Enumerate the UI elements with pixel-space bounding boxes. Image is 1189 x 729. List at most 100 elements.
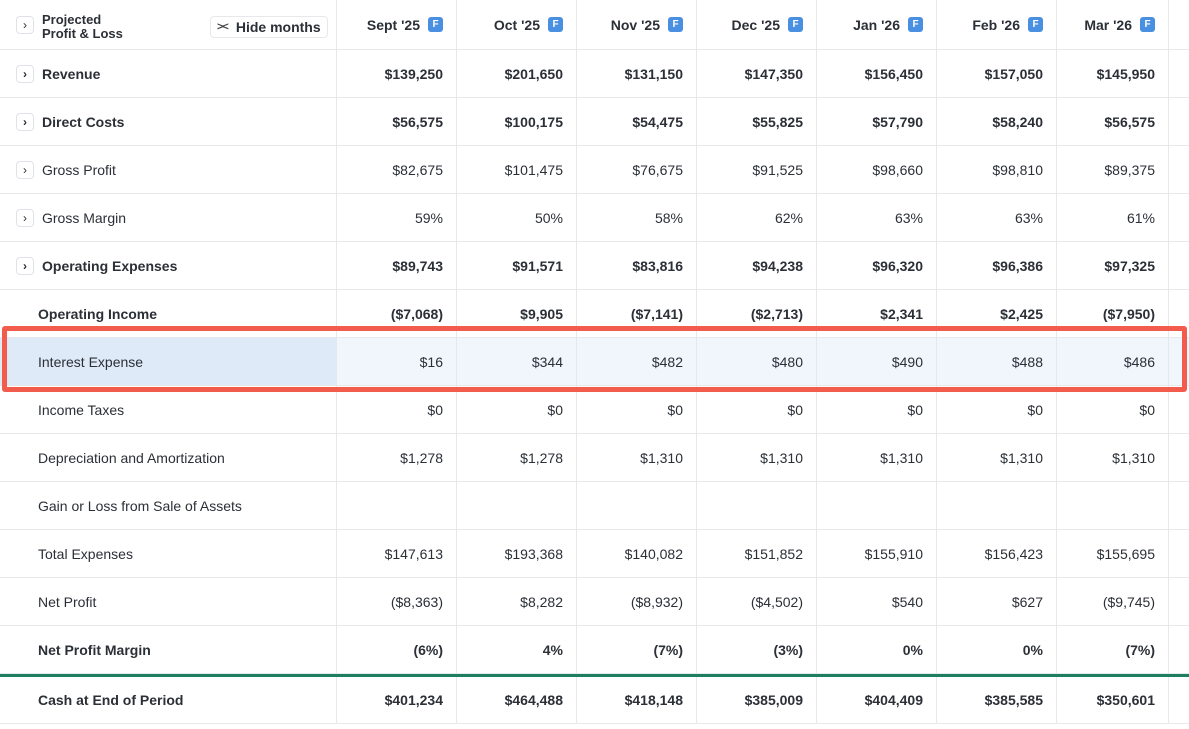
value-cell[interactable]: $201,650 [457,50,577,97]
value-cell[interactable]: $98,810 [937,146,1057,193]
value-cell[interactable] [1057,482,1169,529]
month-header[interactable]: Sept '25 F [337,0,457,49]
row-label-cell[interactable]: Income Taxes [0,386,337,433]
value-cell[interactable]: $404,409 [817,677,937,723]
value-cell[interactable]: $0 [817,386,937,433]
value-cell[interactable]: $147,350 [697,50,817,97]
value-cell[interactable]: $480 [697,338,817,385]
value-cell[interactable]: $418,148 [577,677,697,723]
value-cell[interactable]: $155,910 [817,530,937,577]
hide-months-button[interactable]: >< Hide months [210,16,328,38]
month-header[interactable]: Mar '26 F [1057,0,1169,49]
row-label-cell[interactable]: › Direct Costs [0,98,337,145]
value-cell[interactable]: $0 [577,386,697,433]
table-row[interactable]: Income Taxes $0 $0 $0 $0 $0 $0 $0 [0,386,1189,434]
table-row[interactable]: › Direct Costs $56,575 $100,175 $54,475 $55,8… [0,98,1189,146]
value-cell[interactable]: ($2,713) [697,290,817,337]
value-cell[interactable]: $0 [1057,386,1169,433]
value-cell[interactable]: $83,816 [577,242,697,289]
value-cell[interactable]: $157,050 [937,50,1057,97]
value-cell[interactable] [817,482,937,529]
value-cell[interactable]: $9,905 [457,290,577,337]
value-cell[interactable]: $2,341 [817,290,937,337]
value-cell[interactable]: $1,310 [697,434,817,481]
month-header[interactable]: Dec '25 F [697,0,817,49]
value-cell[interactable]: $486 [1057,338,1169,385]
value-cell[interactable]: $100,175 [457,98,577,145]
value-cell[interactable]: $89,743 [337,242,457,289]
value-cell[interactable]: $16 [337,338,457,385]
row-label-cell[interactable]: Operating Income [0,290,337,337]
value-cell[interactable]: 4% [457,626,577,673]
table-row[interactable]: Operating Income ($7,068) $9,905 ($7,141) ($… [0,290,1189,338]
value-cell[interactable]: 63% [937,194,1057,241]
value-cell[interactable] [457,482,577,529]
value-cell[interactable]: $350,601 [1057,677,1169,723]
value-cell[interactable]: $1,278 [337,434,457,481]
value-cell[interactable]: $91,525 [697,146,817,193]
expand-chevron-icon[interactable]: › [16,64,34,83]
value-cell[interactable]: (7%) [577,626,697,673]
value-cell[interactable]: $96,320 [817,242,937,289]
value-cell[interactable]: $1,310 [1057,434,1169,481]
value-cell[interactable]: $98,660 [817,146,937,193]
value-cell[interactable]: $147,613 [337,530,457,577]
value-cell[interactable]: $145,950 [1057,50,1169,97]
value-cell[interactable]: $56,575 [337,98,457,145]
value-cell[interactable]: $1,310 [937,434,1057,481]
value-cell[interactable] [337,482,457,529]
value-cell[interactable]: $540 [817,578,937,625]
value-cell[interactable]: $0 [337,386,457,433]
table-row[interactable]: Depreciation and Amortization $1,278 $1,27… [0,434,1189,482]
value-cell[interactable]: $54,475 [577,98,697,145]
value-cell[interactable]: $490 [817,338,937,385]
value-cell[interactable]: $151,852 [697,530,817,577]
value-cell[interactable]: $488 [937,338,1057,385]
month-header[interactable]: Feb '26 F [937,0,1057,49]
table-row[interactable]: Total Expenses $147,613 $193,368 $140,082 $1… [0,530,1189,578]
value-cell[interactable]: $155,695 [1057,530,1169,577]
expand-all-chevron-icon[interactable]: › [16,15,34,34]
value-cell[interactable] [577,482,697,529]
value-cell[interactable]: ($9,745) [1057,578,1169,625]
table-row[interactable]: › Revenue $139,250 $201,650 $131,150 $147,350… [0,50,1189,98]
value-cell[interactable]: $101,475 [457,146,577,193]
row-label-cell[interactable]: Net Profit [0,578,337,625]
value-cell[interactable]: $58,240 [937,98,1057,145]
value-cell[interactable]: $344 [457,338,577,385]
value-cell[interactable]: $82,675 [337,146,457,193]
value-cell[interactable]: 58% [577,194,697,241]
value-cell[interactable]: $140,082 [577,530,697,577]
value-cell[interactable]: $76,675 [577,146,697,193]
value-cell[interactable]: $139,250 [337,50,457,97]
table-row[interactable]: Cash at End of Period $401,234 $464,488 $41… [0,674,1189,724]
value-cell[interactable] [937,482,1057,529]
row-label-cell[interactable]: › Revenue [0,50,337,97]
value-cell[interactable]: ($4,502) [697,578,817,625]
value-cell[interactable]: $627 [937,578,1057,625]
value-cell[interactable]: $193,368 [457,530,577,577]
value-cell[interactable]: $385,009 [697,677,817,723]
value-cell[interactable]: ($8,932) [577,578,697,625]
value-cell[interactable]: ($7,068) [337,290,457,337]
table-row[interactable]: › Gross Profit $82,675 $101,475 $76,675 $91,5… [0,146,1189,194]
value-cell[interactable]: $401,234 [337,677,457,723]
value-cell[interactable]: (7%) [1057,626,1169,673]
table-row[interactable]: Net Profit ($8,363) $8,282 ($8,932) ($4,502)… [0,578,1189,626]
row-label-cell[interactable]: Net Profit Margin [0,626,337,673]
value-cell[interactable]: $91,571 [457,242,577,289]
value-cell[interactable]: 59% [337,194,457,241]
value-cell[interactable]: (6%) [337,626,457,673]
value-cell[interactable]: 0% [817,626,937,673]
month-header[interactable]: Oct '25 F [457,0,577,49]
value-cell[interactable]: $97,325 [1057,242,1169,289]
value-cell[interactable]: $94,238 [697,242,817,289]
value-cell[interactable]: 61% [1057,194,1169,241]
value-cell[interactable]: 0% [937,626,1057,673]
expand-chevron-icon[interactable]: › [16,160,34,179]
table-row[interactable]: › Gross Margin 59% 50% 58% 62% 63% 63% 61% [0,194,1189,242]
value-cell[interactable]: $89,375 [1057,146,1169,193]
value-cell[interactable]: 50% [457,194,577,241]
value-cell[interactable]: ($7,950) [1057,290,1169,337]
expand-chevron-icon[interactable]: › [16,112,34,131]
